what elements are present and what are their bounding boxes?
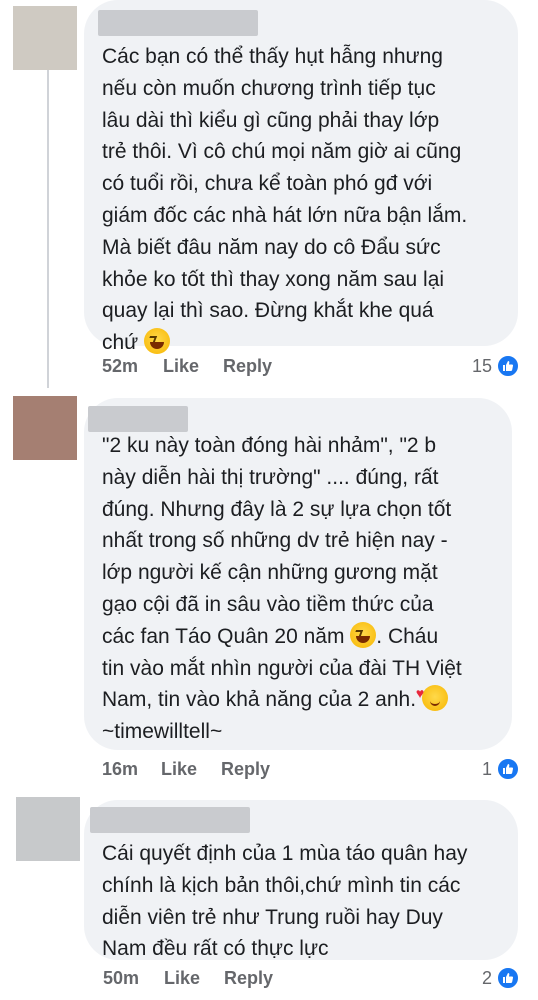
like-button[interactable]: Like bbox=[163, 356, 199, 377]
reaction-summary[interactable]: 1 bbox=[440, 757, 520, 785]
avatar[interactable] bbox=[16, 797, 80, 861]
reaction-count: 2 bbox=[481, 968, 492, 988]
reaction-count: 1 bbox=[481, 759, 492, 779]
thumbs-up-icon bbox=[496, 354, 520, 378]
reply-button[interactable]: Reply bbox=[221, 759, 270, 780]
thread-line bbox=[47, 70, 49, 388]
comment-bubble: Các bạn có thể thấy hụt hẫng nhưng nếu c… bbox=[84, 0, 518, 355]
avatar[interactable] bbox=[13, 396, 77, 460]
author-name-redacted[interactable] bbox=[98, 10, 258, 36]
grinning-squinting-face-icon bbox=[144, 328, 171, 355]
reaction-summary[interactable]: 2 bbox=[440, 966, 520, 994]
comment-text: "2 ku này toàn đóng hài nhảm", "2 b này … bbox=[102, 430, 462, 748]
comment-text: Cái quyết định của 1 mùa táo quân hay ch… bbox=[102, 842, 468, 961]
comment-bubble: Cái quyết định của 1 mùa táo quân hay ch… bbox=[84, 800, 518, 960]
reply-button[interactable]: Reply bbox=[223, 356, 272, 377]
author-name-redacted[interactable] bbox=[88, 406, 188, 432]
comment-text: Các bạn có thể thấy hụt hẫng nhưng nếu c… bbox=[102, 45, 468, 355]
avatar[interactable] bbox=[13, 6, 77, 70]
reaction-count: 15 bbox=[471, 356, 492, 376]
comment-timestamp[interactable]: 16m bbox=[102, 759, 138, 780]
reaction-summary[interactable]: 15 bbox=[440, 354, 520, 382]
comment-timestamp[interactable]: 52m bbox=[102, 356, 138, 377]
like-button[interactable]: Like bbox=[161, 759, 197, 780]
thumbs-up-icon bbox=[496, 966, 520, 990]
smiling-face-with-hearts-icon bbox=[416, 678, 448, 712]
author-name-redacted[interactable] bbox=[90, 807, 250, 833]
reply-button[interactable]: Reply bbox=[224, 968, 273, 989]
comment-bubble: "2 ku này toàn đóng hài nhảm", "2 b này … bbox=[84, 398, 512, 750]
thumbs-up-icon bbox=[496, 757, 520, 781]
like-button[interactable]: Like bbox=[164, 968, 200, 989]
comment-timestamp[interactable]: 50m bbox=[103, 968, 139, 989]
grinning-squinting-face-icon bbox=[350, 621, 377, 648]
